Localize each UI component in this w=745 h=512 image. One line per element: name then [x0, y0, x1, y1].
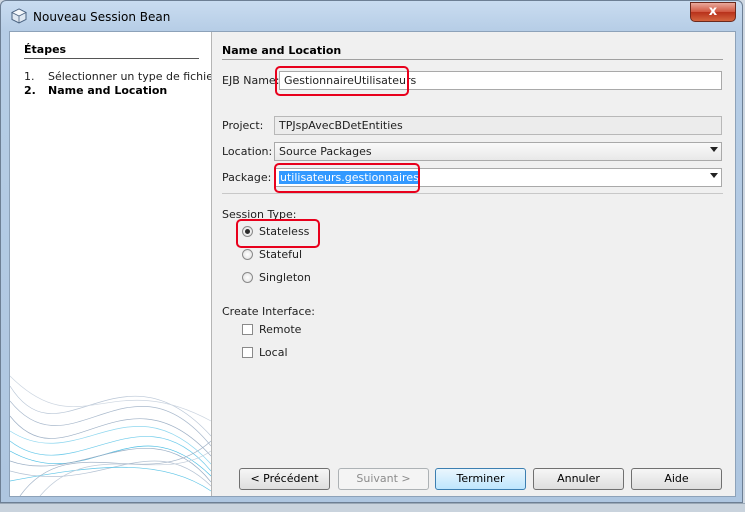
checkbox-icon[interactable] [242, 324, 253, 335]
checkbox-remote[interactable]: Remote [242, 323, 301, 336]
package-label: Package: [222, 171, 272, 184]
close-button[interactable]: x [690, 2, 736, 22]
location-select[interactable]: Source Packages [274, 142, 722, 161]
form-panel: Name and Location EJB Name: Gestionnaire… [222, 32, 730, 496]
package-value: utilisateurs.gestionnaires [279, 171, 420, 184]
steps-title: Étapes [24, 43, 67, 56]
create-interface-label: Create Interface: [222, 305, 316, 318]
step-name-and-location: 2. Name and Location [24, 84, 167, 97]
session-type-label: Session Type: [222, 208, 297, 221]
radio-icon[interactable] [242, 249, 253, 260]
section-title: Name and Location [222, 44, 342, 57]
radio-icon[interactable] [242, 272, 253, 283]
title-bar[interactable]: Nouveau Session Bean x [1, 1, 742, 31]
step-label: Name and Location [48, 84, 168, 97]
location-value: Source Packages [279, 145, 372, 158]
previous-button[interactable]: < Précédent [239, 468, 330, 490]
close-icon: x [708, 4, 718, 19]
ejb-name-input[interactable]: GestionnaireUtilisateurs [279, 71, 722, 90]
step-number: 2. [24, 84, 36, 97]
window-title: Nouveau Session Bean [33, 10, 171, 24]
radio-singleton[interactable]: Singleton [242, 271, 311, 284]
help-button[interactable]: Aide [631, 468, 722, 490]
dialog-client: Étapes 1. Sélectionner un type de fichier… [9, 31, 736, 497]
step-select-file-type: 1. Sélectionner un type de fichier [24, 70, 212, 83]
finish-button[interactable]: Terminer [435, 468, 526, 490]
location-label: Location: [222, 145, 273, 158]
radio-label: Stateful [259, 248, 303, 261]
checkbox-icon[interactable] [242, 347, 253, 358]
next-button[interactable]: Suivant > [338, 468, 429, 490]
steps-divider [24, 58, 199, 59]
form-divider [222, 193, 723, 194]
checkbox-local[interactable]: Local [242, 346, 288, 359]
step-label: Sélectionner un type de fichier [48, 70, 212, 83]
checkbox-label: Local [259, 346, 288, 359]
project-value: TPJspAvecBDetEntities [279, 119, 403, 132]
checkbox-label: Remote [259, 323, 302, 336]
package-combobox[interactable]: utilisateurs.gestionnaires [274, 168, 722, 187]
radio-label: Stateless [259, 225, 310, 238]
radio-stateful[interactable]: Stateful [242, 248, 302, 261]
radio-stateless[interactable]: Stateless [242, 225, 309, 238]
dialog-window: Nouveau Session Bean x Étapes 1. Sélectio… [0, 0, 743, 503]
project-field: TPJspAvecBDetEntities [274, 116, 722, 135]
steps-panel: Étapes 1. Sélectionner un type de fichier… [10, 32, 212, 496]
chevron-down-icon[interactable] [710, 173, 718, 178]
radio-icon[interactable] [242, 226, 253, 237]
section-divider [222, 59, 723, 60]
chevron-down-icon [710, 147, 718, 152]
project-label: Project: [222, 119, 264, 132]
step-number: 1. [24, 70, 35, 83]
bean-icon [11, 8, 27, 24]
cancel-button[interactable]: Annuler [533, 468, 624, 490]
ejb-name-value: GestionnaireUtilisateurs [284, 74, 417, 87]
radio-label: Singleton [259, 271, 311, 284]
ejb-name-label: EJB Name: [222, 74, 280, 87]
decorative-wave-graphic [10, 375, 211, 496]
